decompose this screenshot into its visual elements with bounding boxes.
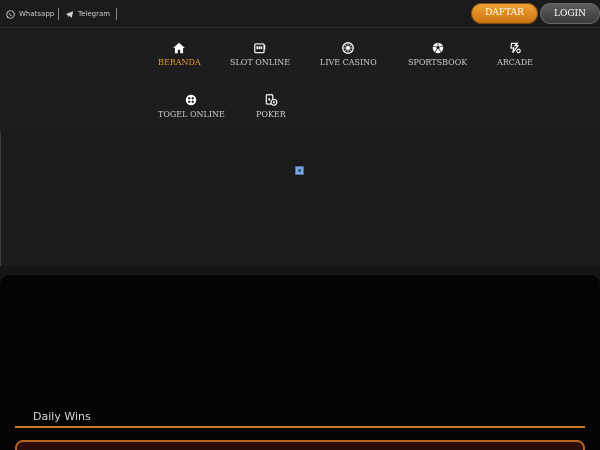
divider — [116, 8, 117, 20]
nav-item-live-casino[interactable]: LIVE CASINO — [320, 40, 377, 67]
banner-area — [0, 131, 600, 266]
daily-wins-section — [0, 275, 600, 450]
whatsapp-label: Whatsapp — [19, 10, 55, 18]
nav-item-beranda[interactable]: BERANDA — [158, 40, 201, 67]
whatsapp-link[interactable]: Whatsapp — [6, 7, 54, 21]
home-icon — [172, 40, 187, 55]
daily-wins-title: Daily Wins — [33, 410, 91, 423]
nav-label: ARCADE — [497, 58, 533, 67]
poker-cards-icon — [263, 92, 278, 107]
soccer-ball-icon — [430, 40, 445, 55]
login-button[interactable]: LOGIN — [540, 3, 600, 24]
roulette-icon — [341, 40, 356, 55]
telegram-link[interactable]: Telegram — [65, 7, 110, 21]
arcade-icon — [507, 40, 522, 55]
nav-label: TOGEL ONLINE — [158, 110, 225, 119]
daily-wins-panel — [15, 440, 585, 450]
top-bar: Whatsapp Telegram DAFTAR LOGIN — [0, 0, 600, 28]
lottery-ball-icon — [184, 92, 199, 107]
nav-item-togel-online[interactable]: TOGEL ONLINE — [158, 92, 225, 119]
daftar-button[interactable]: DAFTAR — [471, 3, 538, 24]
nav-label: SPORTSBOOK — [408, 58, 468, 67]
nav-label: SLOT ONLINE — [230, 58, 291, 67]
telegram-icon — [65, 10, 74, 18]
nav-item-arcade[interactable]: ARCADE — [497, 40, 533, 67]
divider — [58, 8, 59, 20]
nav-label: POKER — [256, 110, 286, 119]
nav-item-sportsbook[interactable]: SPORTSBOOK — [408, 40, 467, 67]
telegram-label: Telegram — [78, 10, 111, 18]
nav-label: BERANDA — [158, 58, 201, 67]
main-nav: BERANDA SLOT ONLINE LIVE CASINO SPORTSBO… — [0, 28, 600, 131]
slot-machine-icon — [253, 40, 268, 55]
whatsapp-icon — [6, 9, 15, 19]
daily-wins-underline — [15, 426, 585, 428]
nav-label: LIVE CASINO — [320, 58, 377, 67]
nav-item-slot-online[interactable]: SLOT ONLINE — [230, 40, 290, 67]
broken-image-icon — [295, 166, 304, 175]
nav-item-poker[interactable]: POKER — [256, 92, 286, 119]
